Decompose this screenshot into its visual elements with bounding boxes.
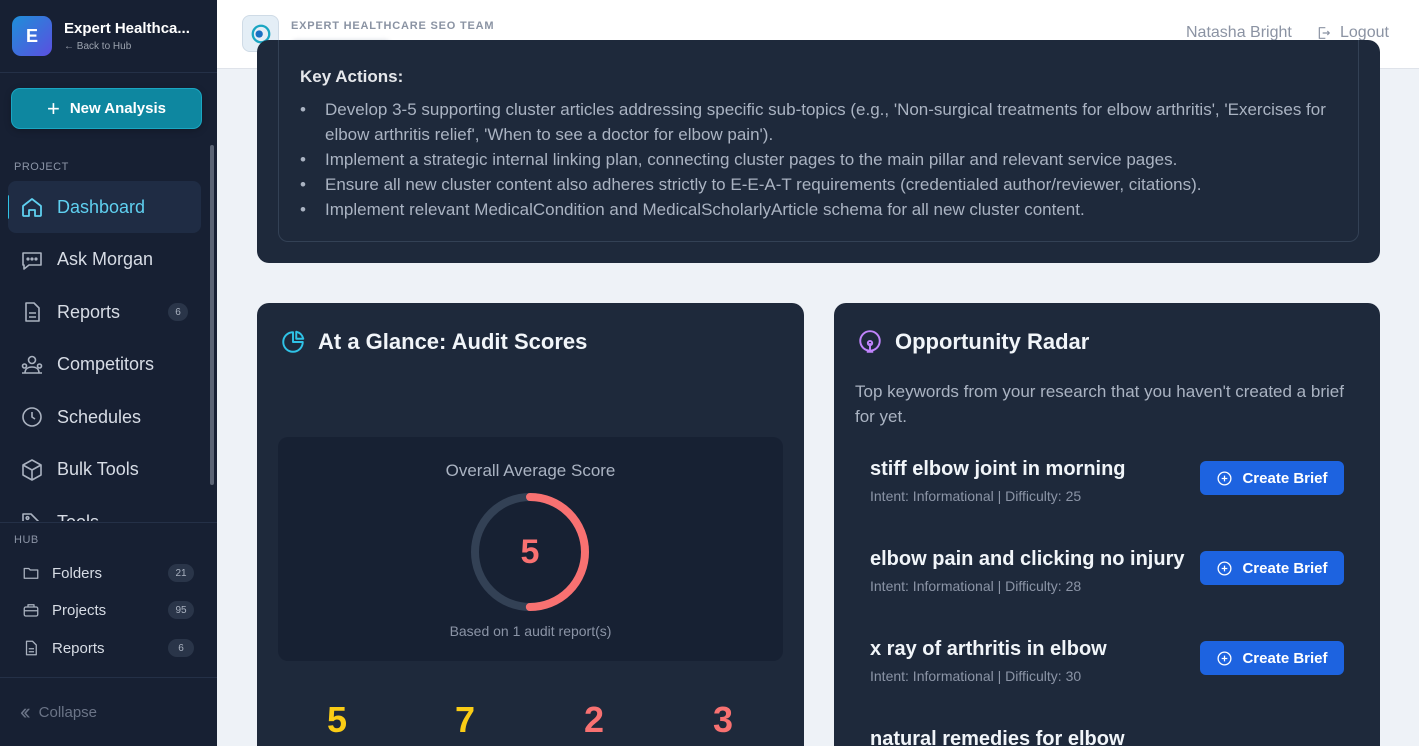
opportunity-meta: Intent: Informational | Difficulty: 25 [870,488,1082,504]
projects-count-badge: 95 [168,601,194,619]
document-icon [25,640,37,656]
sidebar-item-label: Dashboard [57,196,146,217]
box-icon [22,458,42,481]
hub-item-folders[interactable]: Folders 21 [22,561,194,585]
sidebar-item-label: Tools [57,512,99,522]
collapse-label: Collapse [38,703,98,721]
home-icon [22,198,42,217]
create-brief-label: Create Brief [1242,469,1328,487]
sidebar-item-bulk-tools[interactable]: Bulk Tools [8,444,201,496]
sidebar-item-competitors[interactable]: Competitors [8,339,201,391]
list-item: natural remedies for elbow [870,728,1360,746]
reports-count-badge: 6 [168,303,188,321]
overall-score-label: Overall Average Score [445,461,616,480]
pie-chart-icon [282,330,305,353]
radar-icon [859,330,881,353]
sidebar-scrollbar[interactable] [210,145,214,485]
hub-section-label: HUB [14,534,39,546]
mini-score: 2 [583,699,605,740]
project-name: Expert Healthca... [64,20,190,37]
double-chevron-left-icon: ‹‹ [20,699,30,724]
opportunity-keyword: x ray of arthritis in elbow [870,638,1107,660]
folder-icon [23,567,39,579]
hub-item-label: Projects [52,601,107,619]
sidebar-item-label: Competitors [57,354,155,374]
new-analysis-label: New Analysis [69,100,166,117]
audit-scores-card: At a Glance: Audit Scores Overall Averag… [257,303,804,746]
sidebar-item-schedules[interactable]: Schedules [8,391,201,443]
plus-icon: + [46,95,60,121]
sidebar-item-reports[interactable]: Reports 6 [8,286,201,338]
create-brief-label: Create Brief [1242,649,1328,667]
key-actions-panel: Key Actions: Develop 3-5 supporting clus… [278,40,1359,242]
plus-circle-icon [1217,650,1232,666]
list-item: Ensure all new cluster content also adhe… [300,172,1340,197]
audit-scores-title: At a Glance: Audit Scores [318,329,588,354]
overall-score-panel: Overall Average Score 5 Based on 1 audit… [278,437,783,661]
key-actions-title: Key Actions: [300,67,404,86]
list-item: Develop 3-5 supporting cluster articles … [300,97,1340,147]
project-section-label: PROJECT [14,161,69,173]
create-brief-label: Create Brief [1242,559,1328,577]
opportunity-meta: Intent: Informational | Difficulty: 30 [870,668,1082,684]
overall-score-value: 5 [520,532,540,571]
back-to-hub-link[interactable]: ← Back to Hub [64,41,204,52]
clock-icon [22,407,42,427]
plus-circle-icon [1217,470,1232,486]
brand-logo: E [12,16,52,56]
create-brief-button[interactable]: Create Brief [1200,551,1344,585]
list-item: Implement a strategic internal linking p… [300,147,1340,172]
folders-count-badge: 21 [168,564,194,582]
opportunity-radar-card: Opportunity Radar Top keywords from your… [834,303,1380,746]
collapse-sidebar-button[interactable]: ‹‹ Collapse [0,677,217,746]
briefcase-icon [23,604,39,617]
sidebar-item-label: Reports [57,301,121,322]
opportunity-keyword: natural remedies for elbow [870,728,1125,746]
new-analysis-button[interactable]: + New Analysis [12,89,201,128]
hub-item-label: Reports [52,639,105,657]
create-brief-button[interactable]: Create Brief [1200,461,1344,495]
brand-header[interactable]: E Expert Healthca... ← Back to Hub [0,0,217,73]
sidebar-item-label: Schedules [57,406,142,427]
hub-item-reports[interactable]: Reports 6 [22,636,194,660]
team-name: EXPERT HEALTHCARE SEO TEAM [291,20,495,32]
key-actions-card: Key Actions: Develop 3-5 supporting clus… [257,40,1380,263]
opportunity-radar-description: Top keywords from your research that you… [855,382,1344,426]
opportunity-keyword: elbow pain and clicking no injury [870,548,1185,570]
project-nav: Dashboard Ask Morgan Reports 6 Competito… [8,181,201,521]
users-icon [21,355,43,374]
hub-section: HUB Folders 21 Projects 95 Reports 6 [0,522,217,677]
opportunity-meta: Intent: Informational | Difficulty: 28 [870,578,1082,594]
sidebar-item-label: Ask Morgan [57,249,154,269]
opportunity-radar-title: Opportunity Radar [895,329,1090,354]
plus-circle-icon [1217,560,1232,576]
logout-icon [1318,27,1330,39]
list-item: Implement relevant MedicalCondition and … [300,197,1340,222]
list-item: stiff elbow joint in morning Intent: Inf… [870,458,1360,508]
document-icon [25,302,40,322]
sidebar-item-ask-morgan[interactable]: Ask Morgan [8,234,201,286]
tag-icon [22,513,40,521]
mini-score: 3 [712,699,734,740]
sidebar-item-tools[interactable]: Tools [8,496,201,521]
chat-icon [22,251,42,270]
sidebar: E Expert Healthca... ← Back to Hub + New… [0,0,217,746]
sidebar-item-label: Bulk Tools [57,459,139,479]
list-item: x ray of arthritis in elbow Intent: Info… [870,638,1360,688]
create-brief-button[interactable]: Create Brief [1200,641,1344,675]
key-actions-list: Develop 3-5 supporting cluster articles … [300,97,1340,222]
score-note: Based on 1 audit report(s) [449,623,612,639]
hub-item-projects[interactable]: Projects 95 [22,598,194,622]
mini-score: 7 [454,699,476,740]
hub-item-label: Folders [52,564,103,582]
mini-score: 5 [326,699,348,740]
list-item: elbow pain and clicking no injury Intent… [870,548,1360,598]
opportunity-keyword: stiff elbow joint in morning [870,458,1126,480]
sidebar-item-dashboard[interactable]: Dashboard [8,181,201,233]
hub-reports-count-badge: 6 [168,639,194,657]
